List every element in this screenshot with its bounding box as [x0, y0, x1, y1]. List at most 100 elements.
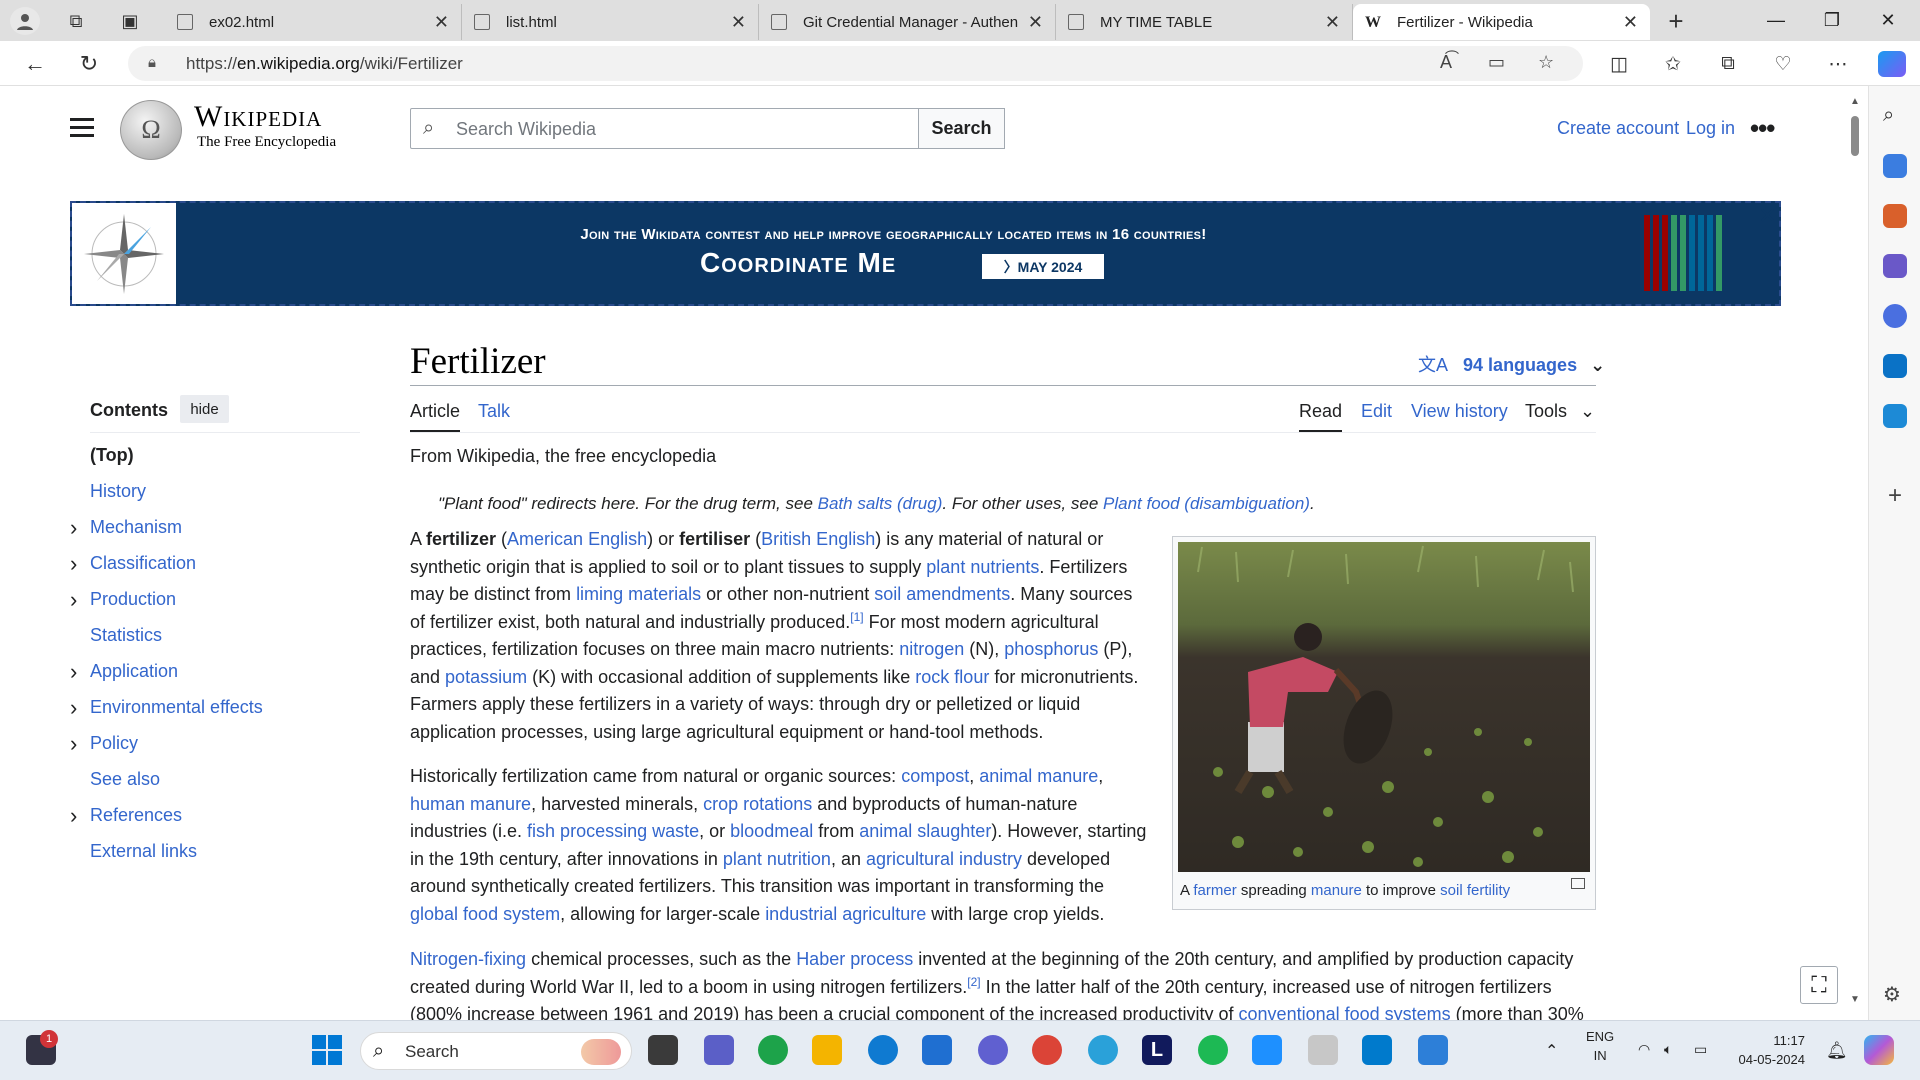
read-aloud-icon[interactable]: A͡ — [1440, 52, 1452, 73]
article-link[interactable]: rock flour — [915, 667, 989, 687]
enlarge-icon[interactable] — [1571, 878, 1585, 889]
collections-icon[interactable]: ⧉ — [1712, 50, 1744, 78]
favorite-star-icon[interactable]: ☆ — [1538, 52, 1554, 73]
settings-more-icon[interactable]: ⋯ — [1822, 50, 1854, 78]
app-a-icon[interactable] — [978, 1035, 1008, 1065]
toc-expand-chevron-icon[interactable]: › — [70, 589, 77, 611]
copilot-taskbar-icon[interactable] — [1864, 1035, 1894, 1065]
toc-expand-chevron-icon[interactable]: › — [70, 697, 77, 719]
copilot-icon[interactable] — [1878, 51, 1906, 77]
wikipedia-wordmark[interactable]: Wikipedia — [194, 100, 322, 134]
toc-expand-chevron-icon[interactable]: › — [70, 517, 77, 539]
toc-item[interactable]: Classification — [90, 553, 196, 574]
toc-item[interactable]: External links — [90, 841, 197, 862]
scrollbar-thumb[interactable] — [1851, 116, 1859, 156]
immersive-reader-icon[interactable]: ▭ — [1488, 52, 1505, 73]
article-link[interactable]: animal manure — [979, 766, 1098, 786]
close-tab-icon[interactable]: ✕ — [434, 12, 449, 33]
citation-link[interactable]: [1] — [850, 610, 863, 624]
toc-hide-button[interactable]: hide — [180, 395, 229, 423]
snipping-tool-icon[interactable] — [1308, 1035, 1338, 1065]
language-indicator[interactable]: ENG IN — [1586, 1027, 1614, 1065]
teams-icon[interactable] — [704, 1035, 734, 1065]
games-icon[interactable] — [1883, 254, 1907, 278]
toc-item[interactable]: History — [90, 481, 146, 502]
vscode-icon[interactable] — [1362, 1035, 1392, 1065]
article-link[interactable]: nitrogen — [899, 639, 964, 659]
search-input[interactable]: ⌕ Search Wikipedia — [410, 108, 920, 149]
refresh-icon[interactable]: ↻ — [72, 49, 106, 79]
lock-icon[interactable]: 🔒︎ — [148, 54, 156, 71]
caption-link[interactable]: manure — [1311, 882, 1362, 899]
toc-item[interactable]: (Top) — [90, 445, 134, 466]
app-l-icon[interactable]: L — [1142, 1035, 1172, 1065]
article-link[interactable]: British English — [761, 529, 875, 549]
close-banner-icon[interactable]: ✕ — [1758, 203, 1776, 229]
search-button[interactable]: Search — [918, 108, 1005, 149]
close-tab-icon[interactable]: ✕ — [1623, 12, 1638, 33]
add-icon[interactable]: + — [1883, 482, 1907, 509]
article-link[interactable]: potassium — [445, 667, 527, 687]
article-link[interactable]: phosphorus — [1004, 639, 1098, 659]
toc-item[interactable]: Application — [90, 661, 178, 682]
browser-essentials-icon[interactable]: ♡ — [1767, 50, 1799, 78]
toc-item[interactable]: Production — [90, 589, 176, 610]
edge-icon[interactable] — [868, 1035, 898, 1065]
campaign-banner[interactable]: Join the Wikidata contest and help impro… — [70, 201, 1781, 306]
article-link[interactable]: industrial agriculture — [765, 904, 926, 924]
toc-item[interactable]: References — [90, 805, 182, 826]
fullscreen-icon[interactable]: ⛶ — [1800, 966, 1838, 1004]
toc-expand-chevron-icon[interactable]: › — [70, 661, 77, 683]
taskbar-search-input[interactable]: ⌕ Search — [360, 1032, 632, 1070]
toc-item[interactable]: Mechanism — [90, 517, 182, 538]
farmer-spreading-manure-image[interactable] — [1178, 542, 1590, 872]
microsoft-store-icon[interactable] — [922, 1035, 952, 1065]
split-screen-icon[interactable]: ◫ — [1603, 50, 1635, 78]
system-clock[interactable]: 11:17 04-05-2024 — [1735, 1031, 1806, 1069]
toc-item[interactable]: Environmental effects — [90, 697, 263, 718]
tab-edit[interactable]: Edit — [1361, 401, 1392, 422]
article-link[interactable]: liming materials — [576, 584, 701, 604]
close-tab-icon[interactable]: ✕ — [1325, 12, 1340, 33]
article-link[interactable]: compost — [901, 766, 969, 786]
outlook-icon[interactable] — [1883, 354, 1907, 378]
chrome-icon[interactable] — [1032, 1035, 1062, 1065]
search-icon[interactable]: ⌕ — [1883, 104, 1907, 128]
toc-expand-chevron-icon[interactable]: › — [70, 805, 77, 827]
windows-start-icon[interactable] — [312, 1035, 342, 1065]
close-tab-icon[interactable]: ✕ — [731, 12, 746, 33]
app-ring-icon[interactable] — [758, 1035, 788, 1065]
telegram-icon[interactable] — [1088, 1035, 1118, 1065]
tab-tools[interactable]: Tools ⌄ — [1525, 401, 1595, 422]
article-link[interactable]: plant nutrients — [926, 557, 1039, 577]
tab-talk[interactable]: Talk — [478, 401, 510, 422]
scroll-down-arrow-icon[interactable]: ▼ — [1850, 994, 1860, 1005]
article-link[interactable]: global food system — [410, 904, 560, 924]
task-view-icon[interactable] — [648, 1035, 678, 1065]
user-menu-icon[interactable]: ••• — [1750, 113, 1775, 144]
back-arrow-icon[interactable]: ← — [18, 49, 52, 79]
vertical-scrollbar[interactable]: ▲ ▼ — [1846, 86, 1866, 1020]
microsoft-365-icon[interactable] — [1883, 304, 1907, 328]
minimize-icon[interactable]: — — [1748, 0, 1804, 40]
battery-icon[interactable]: ▭ — [1694, 1041, 1707, 1058]
browser-tab[interactable]: Git Credential Manager - Authen ✕ — [759, 4, 1056, 40]
browser-tab[interactable]: list.html ✕ — [462, 4, 759, 40]
browser-tab[interactable]: ex02.html ✕ — [165, 4, 462, 40]
hatnote-link[interactable]: Plant food (disambiguation) — [1103, 494, 1310, 513]
tools-icon[interactable] — [1883, 204, 1907, 228]
article-link[interactable]: Nitrogen-fixing — [410, 949, 526, 969]
url-text[interactable]: https://en.wikipedia.org/wiki/Fertilizer — [186, 54, 463, 74]
wifi-icon[interactable]: ◠ — [1638, 1041, 1650, 1058]
tab-actions-icon[interactable]: ▣ — [116, 8, 144, 34]
drop-icon[interactable] — [1883, 404, 1907, 428]
gear-icon[interactable]: ⚙ — [1883, 982, 1907, 1006]
new-tab-button[interactable]: + — [1662, 6, 1690, 36]
shopping-icon[interactable] — [1883, 154, 1907, 178]
article-link[interactable]: plant nutrition — [723, 849, 831, 869]
toc-item[interactable]: Policy — [90, 733, 138, 754]
profile-avatar-icon[interactable] — [10, 7, 40, 35]
citation-link[interactable]: [2] — [967, 975, 980, 989]
article-link[interactable]: American English — [507, 529, 647, 549]
scroll-up-arrow-icon[interactable]: ▲ — [1850, 96, 1860, 107]
